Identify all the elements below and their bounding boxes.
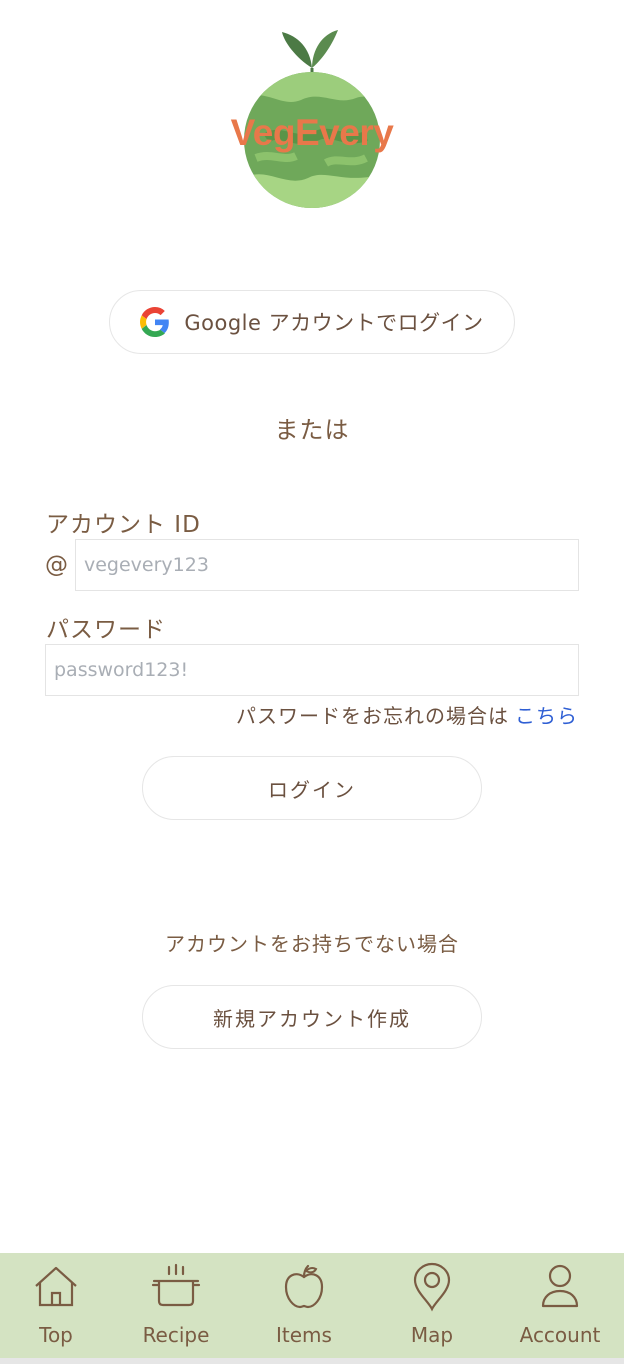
bottom-tab-bar: Top Recipe Items Map Account bbox=[0, 1253, 624, 1358]
forgot-password-text: パスワードをお忘れの場合は bbox=[236, 704, 509, 728]
no-account-prompt: アカウントをお持ちでない場合 bbox=[165, 932, 459, 956]
or-divider-text: または bbox=[274, 416, 350, 444]
tab-recipe-label: Recipe bbox=[142, 1323, 210, 1347]
map-pin-icon bbox=[413, 1262, 451, 1312]
app-logo: VegEvery bbox=[226, 28, 398, 210]
account-id-input[interactable] bbox=[75, 539, 579, 591]
forgot-password-row: パスワードをお忘れの場合は こちら bbox=[236, 700, 578, 729]
forgot-password-link[interactable]: こちら bbox=[515, 704, 578, 728]
apple-icon bbox=[284, 1264, 324, 1309]
logo-text: VegEvery bbox=[230, 112, 394, 153]
create-account-button[interactable]: 新規アカウント作成 bbox=[142, 985, 482, 1049]
tab-recipe[interactable]: Recipe bbox=[112, 1253, 240, 1358]
tab-items-label: Items bbox=[276, 1323, 332, 1347]
password-input[interactable] bbox=[45, 644, 579, 696]
house-icon bbox=[35, 1266, 77, 1307]
login-button[interactable]: ログイン bbox=[142, 756, 482, 820]
tab-top-label: Top bbox=[39, 1323, 73, 1347]
google-icon bbox=[140, 307, 170, 337]
tab-account[interactable]: Account bbox=[496, 1253, 624, 1358]
google-login-label: Google アカウントでログイン bbox=[184, 311, 484, 335]
tab-map-label: Map bbox=[410, 1323, 454, 1347]
tab-account-label: Account bbox=[519, 1323, 601, 1347]
tab-top[interactable]: Top bbox=[0, 1253, 112, 1358]
pot-icon bbox=[151, 1263, 201, 1307]
google-login-button[interactable]: Google アカウントでログイン bbox=[109, 290, 515, 354]
account-id-label: アカウント ID bbox=[46, 512, 201, 538]
person-icon bbox=[541, 1264, 579, 1308]
tab-map[interactable]: Map bbox=[368, 1253, 496, 1358]
tab-items[interactable]: Items bbox=[240, 1253, 368, 1358]
password-label: パスワード bbox=[46, 617, 166, 643]
at-sign-prefix: @ bbox=[45, 552, 68, 578]
home-indicator-strip bbox=[0, 1358, 624, 1364]
